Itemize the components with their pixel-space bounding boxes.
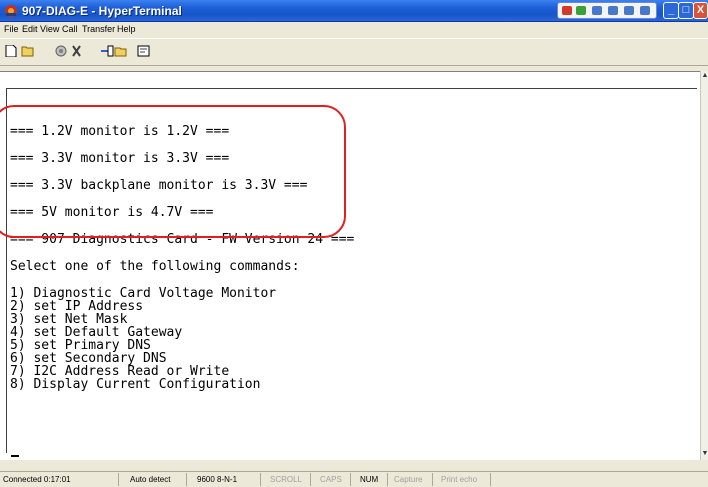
status-divider: [432, 473, 433, 486]
terminal-frame[interactable]: === 1.2V monitor is 1.2V === === 3.3V mo…: [0, 71, 708, 460]
tray-icons: [557, 2, 657, 19]
status-divider: [490, 473, 491, 486]
terminal-line: === 3.3V backplane monitor is 3.3V ===: [10, 178, 308, 193]
tray-network-icon: [576, 6, 586, 15]
properties-icon[interactable]: [137, 45, 151, 57]
menu-help[interactable]: Help: [117, 24, 136, 34]
status-num: NUM: [360, 475, 379, 484]
menu-call[interactable]: Call: [62, 24, 78, 34]
menu-bar: File Edit View Call Transfer Help: [0, 22, 708, 37]
vertical-scrollbar[interactable]: ▲ ▼: [700, 71, 708, 460]
call-icon[interactable]: [55, 45, 68, 57]
title-bar[interactable]: 907-DIAG-E - HyperTerminal _ □ X: [0, 0, 708, 22]
terminal-line: === 907 Diagnostics Card - FW Version 24…: [10, 232, 355, 247]
status-divider: [350, 473, 351, 486]
minimize-button[interactable]: _: [663, 2, 679, 19]
menu-transfer[interactable]: Transfer: [82, 24, 115, 34]
window-title: 907-DIAG-E - HyperTerminal: [22, 4, 182, 18]
minimize-icon: _: [667, 4, 675, 16]
text-cursor: [11, 455, 19, 457]
scroll-up-icon[interactable]: ▲: [701, 71, 708, 81]
terminal-line: Select one of the following commands:: [10, 259, 300, 274]
receive-icon[interactable]: [114, 45, 128, 57]
terminal-line: === 3.3V monitor is 3.3V ===: [10, 151, 230, 166]
hyperterminal-app-icon[interactable]: [4, 4, 18, 18]
scroll-down-icon[interactable]: ▼: [701, 449, 708, 459]
disconnect-icon[interactable]: [70, 45, 83, 57]
tray-status-icon: [562, 6, 572, 15]
status-print-echo: Print echo: [441, 475, 478, 484]
status-divider: [118, 473, 119, 486]
status-divider: [387, 473, 388, 486]
terminal-screen[interactable]: === 1.2V monitor is 1.2V === === 3.3V mo…: [6, 88, 697, 457]
tray-window-icon: [608, 6, 618, 15]
menu-view[interactable]: View: [40, 24, 59, 34]
status-caps: CAPS: [320, 475, 342, 484]
status-connected: Connected 0:17:01: [3, 475, 71, 484]
status-capture: Capture: [394, 475, 423, 484]
status-divider: [186, 473, 187, 486]
close-icon: X: [696, 4, 705, 16]
tray-window-icon: [640, 6, 650, 15]
open-icon[interactable]: [21, 45, 36, 57]
status-scroll: SCROLL: [270, 475, 303, 484]
tray-window-icon: [624, 6, 634, 15]
menu-file[interactable]: File: [4, 24, 19, 34]
status-detect: Auto detect: [130, 475, 171, 484]
status-divider: [260, 473, 261, 486]
maximize-button[interactable]: □: [678, 2, 694, 19]
close-button[interactable]: X: [693, 2, 708, 19]
menu-edit[interactable]: Edit: [22, 24, 38, 34]
send-icon[interactable]: [100, 45, 114, 57]
status-settings: 9600 8-N-1: [197, 475, 238, 484]
new-icon[interactable]: [4, 45, 17, 57]
terminal-line: === 5V monitor is 4.7V ===: [10, 205, 214, 220]
maximize-icon: □: [682, 4, 690, 16]
toolbar: [0, 38, 708, 66]
tray-window-icon: [592, 6, 602, 15]
status-bar: Connected 0:17:01 Auto detect 9600 8-N-1…: [0, 471, 708, 487]
terminal-line: === 1.2V monitor is 1.2V ===: [10, 124, 230, 139]
terminal-line: 8) Display Current Configuration: [10, 377, 261, 392]
status-divider: [310, 473, 311, 486]
